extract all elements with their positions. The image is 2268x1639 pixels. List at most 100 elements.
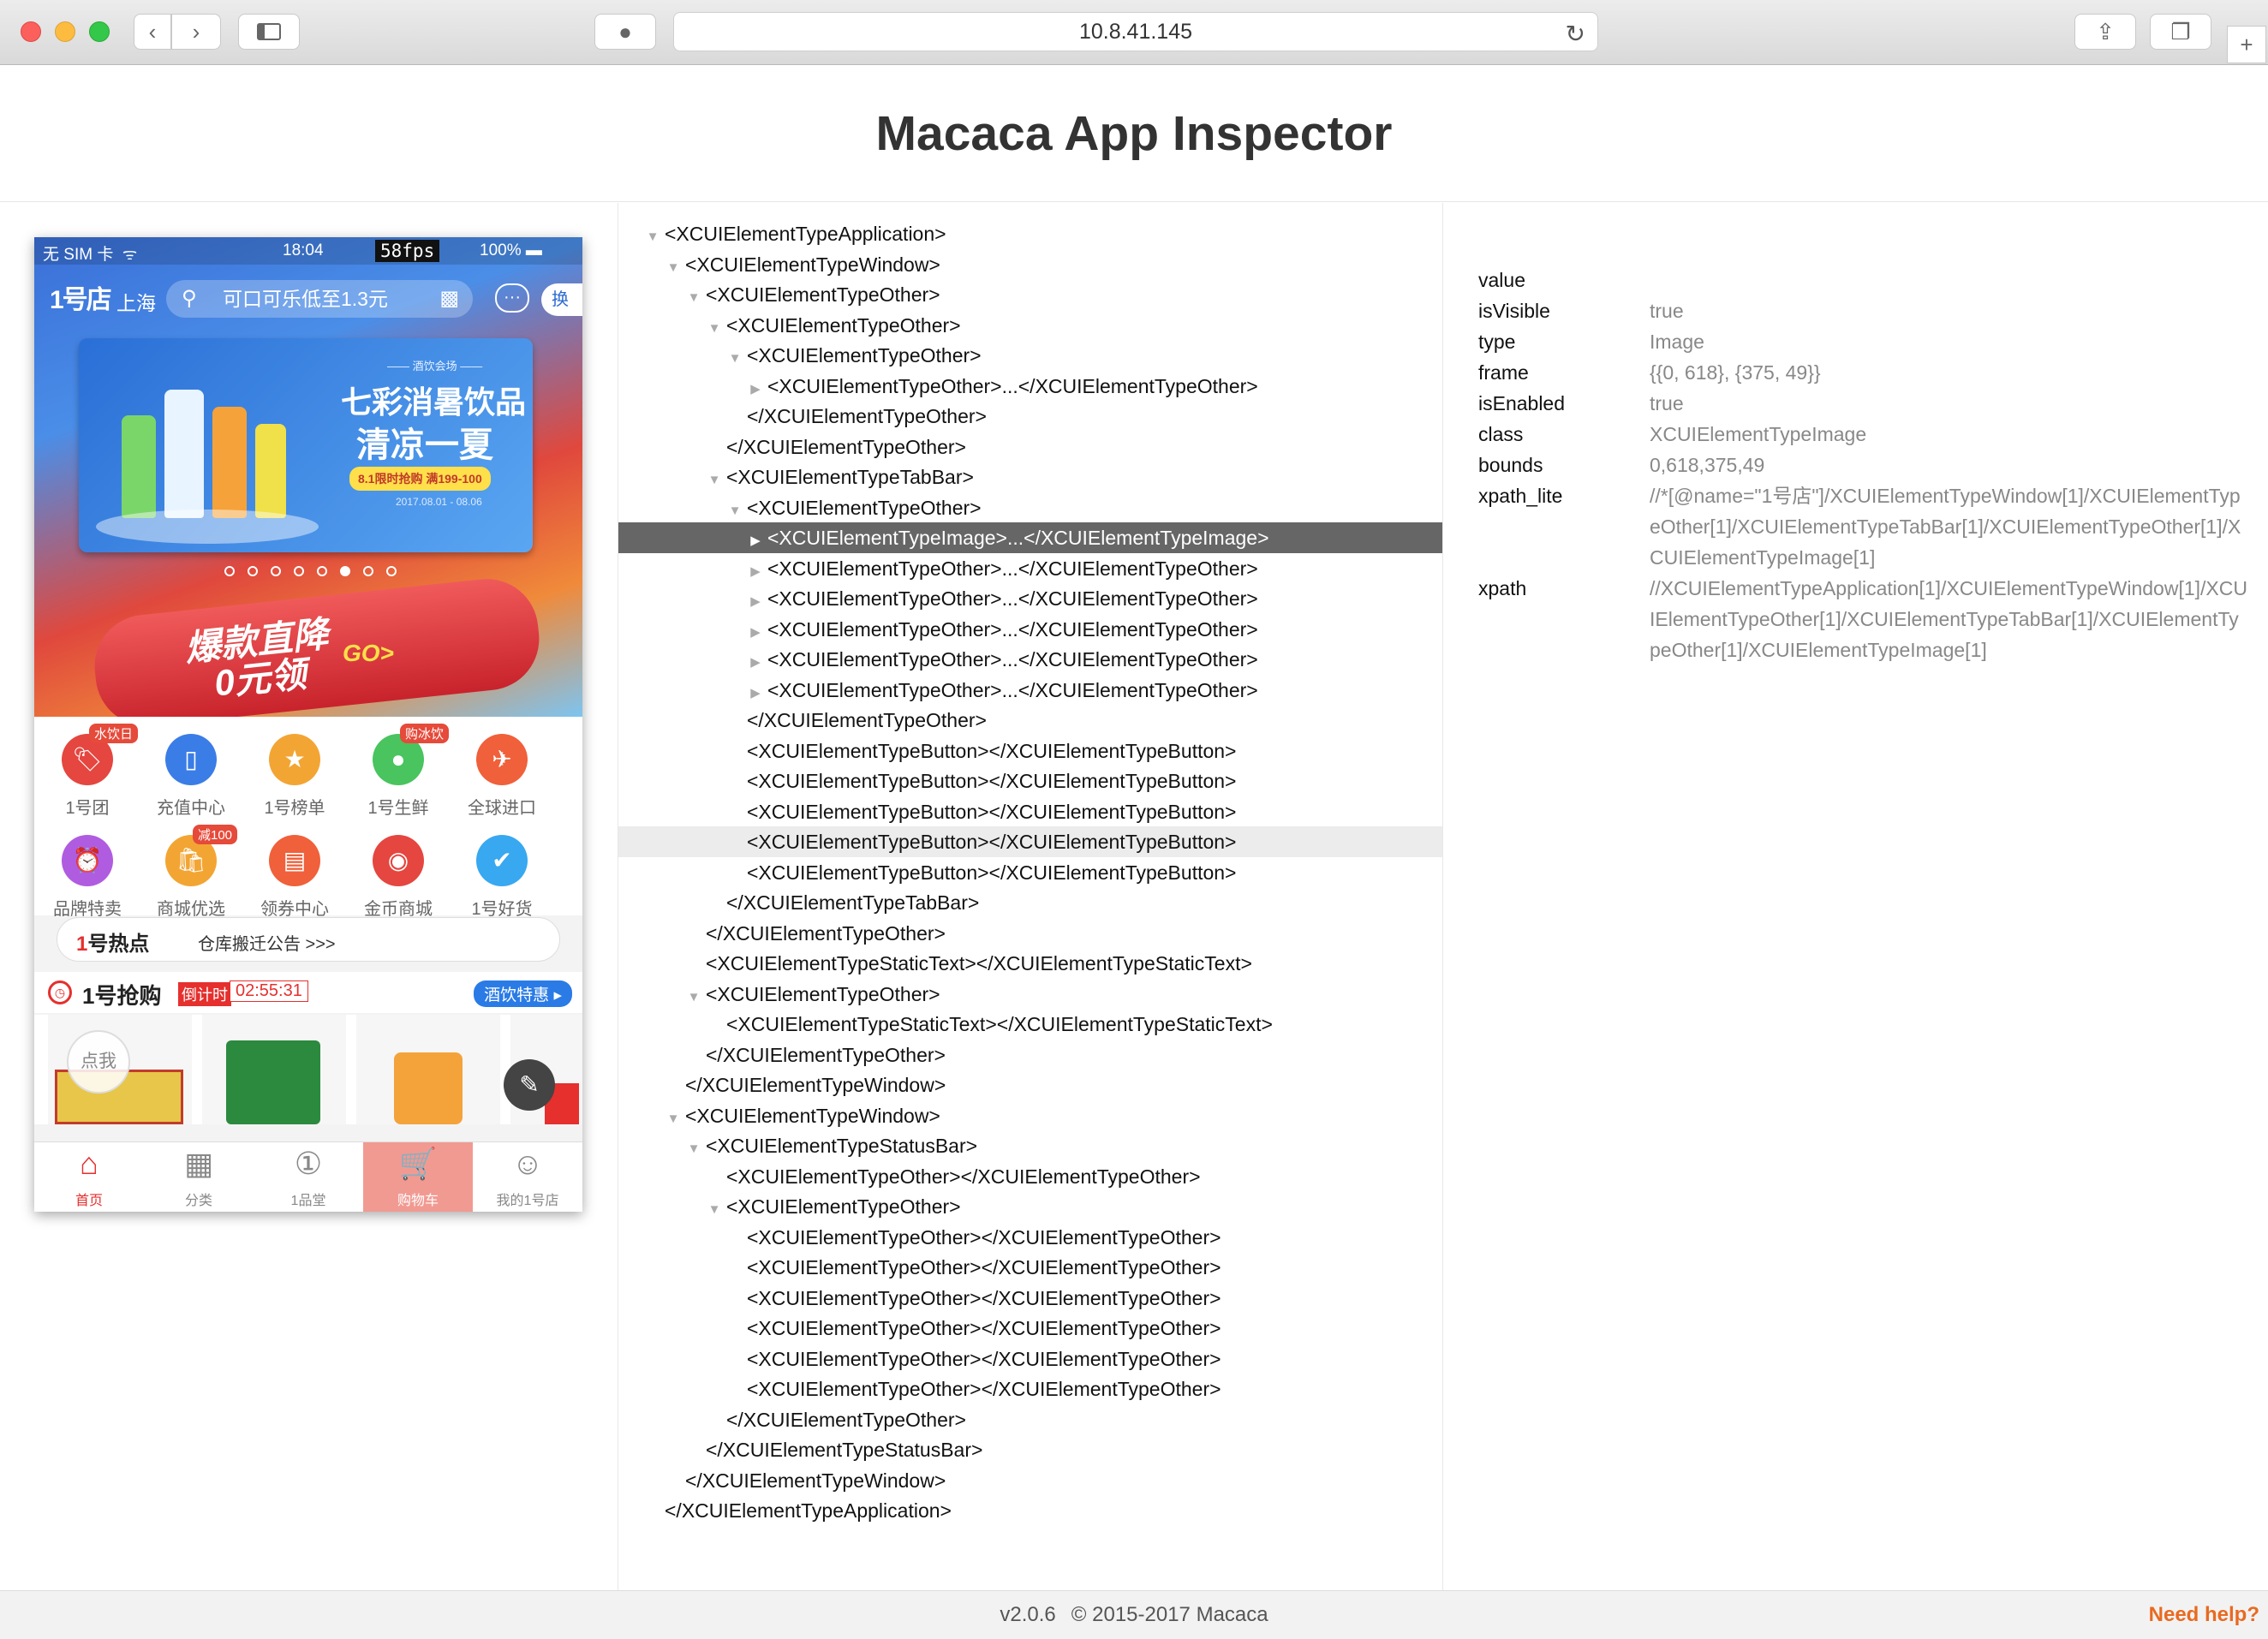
tree-node[interactable]: ▼ <XCUIElementTypeStatusBar> xyxy=(618,1130,1442,1161)
home-tab[interactable]: ⌂ 首页 xyxy=(34,1142,144,1212)
category-item[interactable]: ★ 1号榜单 xyxy=(243,724,346,818)
tree-node[interactable]: <XCUIElementTypeButton></XCUIElementType… xyxy=(618,857,1442,888)
tap-me-button[interactable]: 点我 xyxy=(67,1030,130,1094)
extension-button[interactable]: ● xyxy=(594,14,656,50)
category-item[interactable]: ✔ 1号好货 xyxy=(451,825,553,919)
property-value[interactable]: Image xyxy=(1650,326,2249,357)
help-link[interactable]: Need help? xyxy=(2149,1603,2259,1627)
property-value[interactable]: true xyxy=(1650,295,2249,326)
category-item[interactable]: ✈ 全球进口 xyxy=(451,724,553,818)
tree-node[interactable]: </XCUIElementTypeOther> xyxy=(618,432,1442,462)
tree-node[interactable]: ▶ <XCUIElementTypeOther>...</XCUIElementT… xyxy=(618,644,1442,675)
back-button[interactable]: ‹ xyxy=(134,14,171,50)
tree-node[interactable]: </XCUIElementTypeOther> xyxy=(618,1040,1442,1070)
message-icon[interactable]: ··· xyxy=(495,283,529,313)
property-value[interactable]: //*[@name="1号店"]/XCUIElementTypeWindow[1… xyxy=(1650,480,2249,573)
tree-node[interactable]: ▼ <XCUIElementTypeTabBar> xyxy=(618,462,1442,492)
tree-node[interactable]: <XCUIElementTypeOther></XCUIElementTypeO… xyxy=(618,1252,1442,1283)
tree-node[interactable]: ▼ <XCUIElementTypeWindow> xyxy=(618,249,1442,280)
tree-node[interactable]: <XCUIElementTypeButton></XCUIElementType… xyxy=(618,766,1442,796)
tree-node[interactable]: ▶ <XCUIElementTypeOther>...</XCUIElementT… xyxy=(618,371,1442,402)
flash-sale-tag[interactable]: 酒饮特惠 ▸ xyxy=(474,980,572,1007)
tree-node[interactable]: </XCUIElementTypeOther> xyxy=(618,1404,1442,1435)
tree-node[interactable]: ▶ <XCUIElementTypeOther>...</XCUIElementT… xyxy=(618,583,1442,614)
zoom-window-button[interactable] xyxy=(89,21,110,42)
tree-node[interactable]: <XCUIElementTypeOther></XCUIElementTypeO… xyxy=(618,1161,1442,1192)
promo-strip[interactable]: 爆款直降 0元领 GO> xyxy=(34,574,582,731)
product-card[interactable] xyxy=(356,1015,500,1124)
tree-node[interactable]: ▶ <XCUIElementTypeOther>...</XCUIElementT… xyxy=(618,553,1442,584)
notes-icon[interactable]: ✎ xyxy=(504,1059,555,1111)
tree-node[interactable]: <XCUIElementTypeOther></XCUIElementTypeO… xyxy=(618,1283,1442,1314)
tree-node[interactable]: ▶ <XCUIElementTypeOther>...</XCUIElementT… xyxy=(618,614,1442,645)
tree-node[interactable]: </XCUIElementTypeOther> xyxy=(618,401,1442,432)
tree-node[interactable]: ▼ <XCUIElementTypeOther> xyxy=(618,279,1442,310)
category-label: 1号好货 xyxy=(471,900,533,919)
tree-node[interactable]: <XCUIElementTypeStaticText></XCUIElement… xyxy=(618,948,1442,979)
tree-node[interactable]: ▼ <XCUIElementTypeOther> xyxy=(618,979,1442,1010)
new-tab-button[interactable]: + xyxy=(2227,26,2266,63)
my-store-tab[interactable]: ☺ 我的1号店 xyxy=(473,1142,582,1212)
tree-node[interactable]: ▼ <XCUIElementTypeOther> xyxy=(618,1191,1442,1222)
search-input[interactable]: ⚲ 可口可乐低至1.3元 ▩ xyxy=(166,280,473,318)
forward-button[interactable]: › xyxy=(171,14,221,50)
yipintang-tab[interactable]: ① 1品堂 xyxy=(254,1142,363,1212)
news-ticker[interactable]: 1号热点 仓库搬迁公告 >>> xyxy=(57,917,560,962)
tabs-overview-icon: ❐ xyxy=(2170,18,2191,45)
swap-button[interactable]: 换 xyxy=(541,283,582,316)
category-item[interactable]: ● 购冰饮 1号生鲜 xyxy=(347,724,450,818)
property-value[interactable]: 0,618,375,49 xyxy=(1650,450,2249,480)
tree-node[interactable]: ▼ <XCUIElementTypeOther> xyxy=(618,340,1442,371)
tree-node[interactable]: ▶ <XCUIElementTypeImage>...</XCUIElementT… xyxy=(618,522,1442,553)
property-key: isEnabled xyxy=(1478,392,1566,414)
tree-node-label: <XCUIElementTypeButton></XCUIElementType… xyxy=(747,800,1237,823)
share-button[interactable]: ⇪ xyxy=(2074,14,2136,50)
tree-node[interactable]: <XCUIElementTypeButton></XCUIElementType… xyxy=(618,796,1442,827)
category-item[interactable]: ▯ 充值中心 xyxy=(140,724,242,818)
tree-node[interactable]: </XCUIElementTypeStatusBar> xyxy=(618,1434,1442,1465)
category-item[interactable]: ▤ 领券中心 xyxy=(243,825,346,919)
tree-node[interactable]: </XCUIElementTypeOther> xyxy=(618,918,1442,949)
property-value[interactable]: true xyxy=(1650,388,2249,419)
property-value[interactable]: //XCUIElementTypeApplication[1]/XCUIElem… xyxy=(1650,573,2249,665)
tree-node[interactable]: <XCUIElementTypeButton></XCUIElementType… xyxy=(618,826,1442,857)
app-tab-bar: ⌂ 首页 ▦ 分类 ① 1品堂 🛒 购物车 ☺ 我的1号店 xyxy=(34,1141,582,1212)
tree-node[interactable]: </XCUIElementTypeWindow> xyxy=(618,1465,1442,1496)
tree-node[interactable]: <XCUIElementTypeOther></XCUIElementTypeO… xyxy=(618,1344,1442,1374)
cart-tab[interactable]: 🛒 购物车 xyxy=(363,1142,473,1212)
minimize-window-button[interactable] xyxy=(55,21,75,42)
tree-node[interactable]: ▼ <XCUIElementTypeApplication> xyxy=(618,218,1442,249)
tree-node[interactable]: <XCUIElementTypeButton></XCUIElementType… xyxy=(618,736,1442,766)
device-preview-panel: 无 SIM 卡 ︎ ᯤ 18:04 58fps 100% ▬ 1号店 上海 ⚲ … xyxy=(0,203,618,1590)
property-value[interactable]: {{0, 618}, {375, 49}} xyxy=(1650,357,2249,388)
tree-node[interactable]: ▶ <XCUIElementTypeOther>...</XCUIElementT… xyxy=(618,675,1442,706)
tree-node[interactable]: <XCUIElementTypeStaticText></XCUIElement… xyxy=(618,1009,1442,1040)
property-value[interactable]: XCUIElementTypeImage xyxy=(1650,419,2249,450)
tree-node[interactable]: </XCUIElementTypeApplication> xyxy=(618,1495,1442,1526)
tree-node[interactable]: </XCUIElementTypeTabBar> xyxy=(618,887,1442,918)
tree-node[interactable]: </XCUIElementTypeOther> xyxy=(618,705,1442,736)
tabs-button[interactable]: ❐ xyxy=(2150,14,2211,50)
category-tab[interactable]: ▦ 分类 xyxy=(144,1142,254,1212)
reload-icon[interactable]: ↻ xyxy=(1566,20,1585,48)
category-icon: ✈ xyxy=(476,734,528,785)
tree-node[interactable]: <XCUIElementTypeOther></XCUIElementTypeO… xyxy=(618,1374,1442,1404)
device-screenshot[interactable]: 无 SIM 卡 ︎ ᯤ 18:04 58fps 100% ▬ 1号店 上海 ⚲ … xyxy=(34,237,582,1212)
city-selector[interactable]: 上海 xyxy=(116,287,156,316)
sidebar-button[interactable] xyxy=(238,14,300,50)
tree-node[interactable]: ▼ <XCUIElementTypeOther> xyxy=(618,492,1442,523)
category-item[interactable]: ◉ 金币商城 xyxy=(347,825,450,919)
tree-node[interactable]: <XCUIElementTypeOther></XCUIElementTypeO… xyxy=(618,1222,1442,1253)
address-bar[interactable]: 10.8.41.145 ↻ xyxy=(673,12,1598,51)
tree-node[interactable]: <XCUIElementTypeOther></XCUIElementTypeO… xyxy=(618,1313,1442,1344)
tree-node[interactable]: ▼ <XCUIElementTypeOther> xyxy=(618,310,1442,341)
category-item[interactable]: 🛍 减100 商城优选 xyxy=(140,825,242,919)
promo-banner[interactable]: —— 酒饮会场 —— 七彩消暑饮品 清凉一夏 8.1限时抢购 满199-100 … xyxy=(79,338,533,552)
product-card[interactable] xyxy=(202,1015,346,1124)
category-item[interactable]: ⏰ 品牌特卖 xyxy=(36,825,139,919)
qr-scan-icon[interactable]: ▩ xyxy=(439,280,459,318)
tree-node[interactable]: ▼ <XCUIElementTypeWindow> xyxy=(618,1100,1442,1131)
category-item[interactable]: 🏷 水饮日 1号团 xyxy=(36,724,139,818)
tree-node[interactable]: </XCUIElementTypeWindow> xyxy=(618,1070,1442,1100)
close-window-button[interactable] xyxy=(21,21,41,42)
